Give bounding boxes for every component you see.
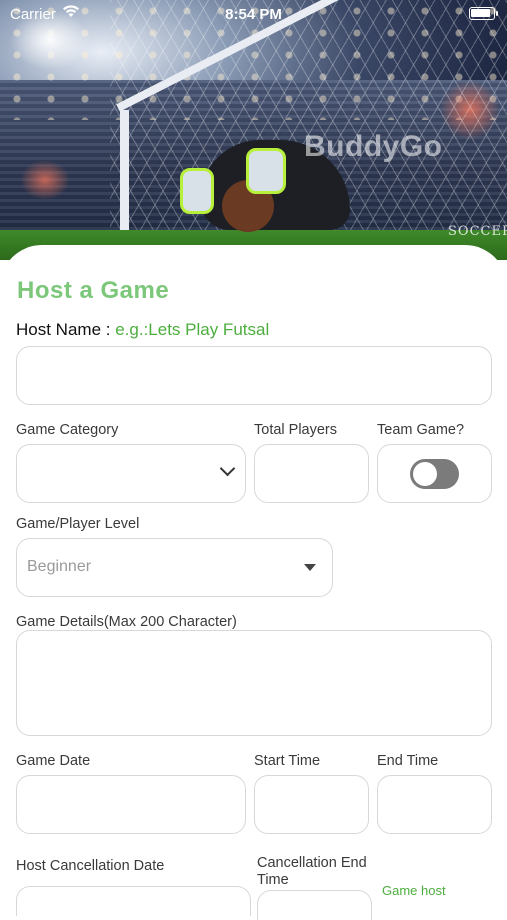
end-time-label: End Time bbox=[377, 753, 439, 769]
cancel-end-time-label: Cancellation End Time bbox=[257, 855, 367, 888]
level-value: Beginner bbox=[27, 558, 92, 575]
level-label: Game/Player Level bbox=[16, 516, 140, 532]
hero-image: BuddyGo SOCCER bbox=[0, 0, 507, 260]
level-select[interactable]: Beginner bbox=[16, 538, 333, 597]
dropdown-arrow-icon bbox=[304, 564, 316, 571]
team-game-label: Team Game? bbox=[377, 422, 465, 438]
toggle-knob bbox=[413, 462, 437, 486]
end-time-input[interactable] bbox=[377, 775, 492, 834]
game-category-label: Game Category bbox=[16, 422, 119, 438]
host-cancel-date-input[interactable] bbox=[16, 886, 251, 916]
goalkeeper-glove bbox=[246, 148, 286, 194]
details-textarea[interactable] bbox=[16, 630, 492, 736]
chevron-down-icon bbox=[219, 460, 236, 477]
clock: 8:54 PM bbox=[225, 6, 282, 23]
host-name-label: Host Name : e.g.:Lets Play Futsal bbox=[16, 320, 269, 340]
details-label: Game Details(Max 200 Character) bbox=[16, 614, 237, 630]
game-category-select[interactable] bbox=[16, 444, 246, 503]
goal-post bbox=[120, 110, 129, 250]
brand-watermark: BuddyGo bbox=[304, 130, 443, 163]
team-game-toggle[interactable] bbox=[410, 459, 459, 489]
goalkeeper-glove bbox=[180, 168, 214, 214]
host-name-label-text: Host Name : bbox=[16, 320, 116, 339]
game-host-note: Game host bbox=[382, 883, 446, 898]
page-title: Host a Game bbox=[17, 277, 170, 304]
soccer-badge: SOCCER bbox=[448, 224, 507, 239]
total-players-label: Total Players bbox=[254, 422, 338, 438]
total-players-input[interactable] bbox=[254, 444, 369, 503]
cancel-end-time-input[interactable] bbox=[257, 890, 372, 920]
battery-icon bbox=[469, 7, 498, 20]
host-name-hint: e.g.:Lets Play Futsal bbox=[115, 320, 270, 339]
status-bar: Carrier 8:54 PM bbox=[0, 0, 507, 28]
host-name-input[interactable] bbox=[16, 346, 492, 405]
light-flare bbox=[20, 160, 70, 200]
game-date-label: Game Date bbox=[16, 753, 91, 769]
game-date-input[interactable] bbox=[16, 775, 246, 834]
team-game-field bbox=[377, 444, 492, 503]
start-time-label: Start Time bbox=[254, 753, 321, 769]
host-cancel-date-label: Host Cancellation Date bbox=[16, 858, 165, 874]
start-time-input[interactable] bbox=[254, 775, 369, 834]
